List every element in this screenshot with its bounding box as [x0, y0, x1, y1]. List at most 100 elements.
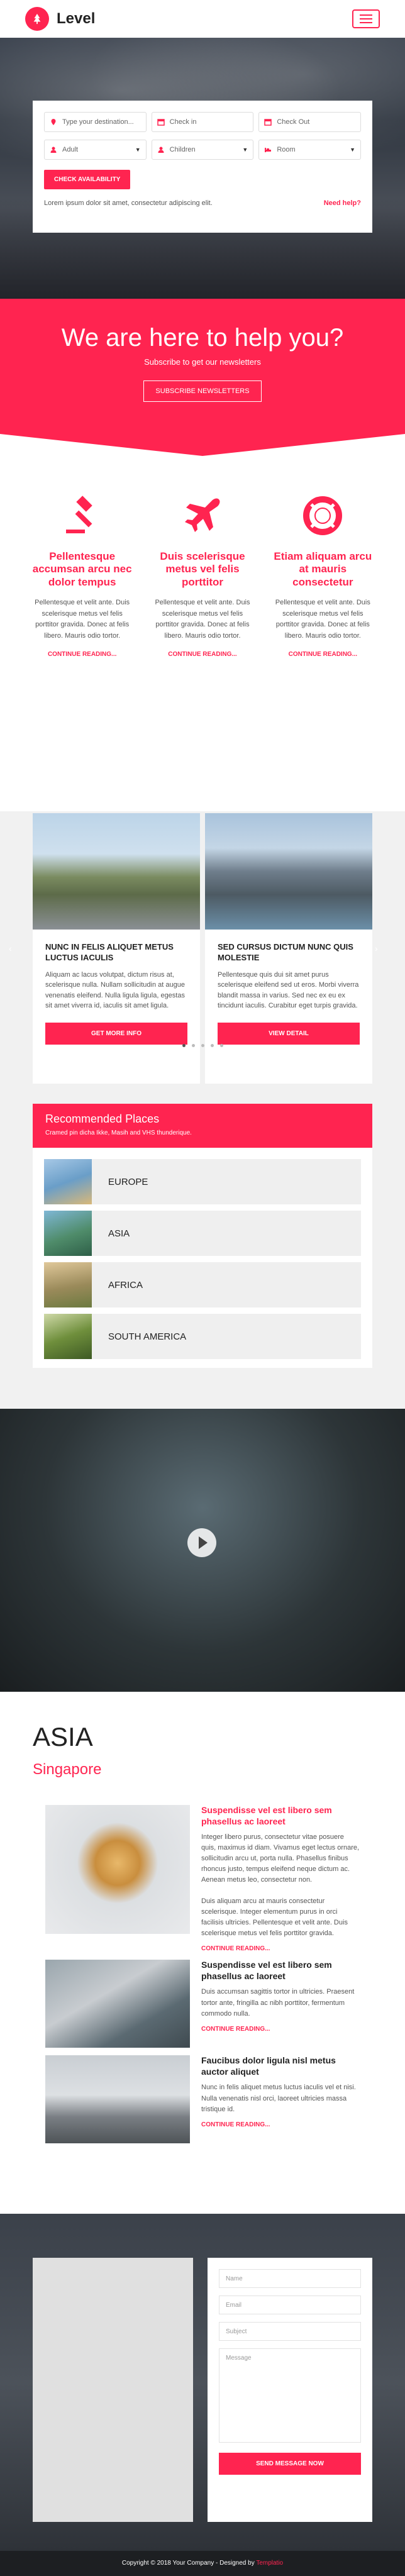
place-item[interactable]: ASIA	[44, 1211, 361, 1256]
name-field[interactable]: Name	[219, 2269, 361, 2288]
bed-icon	[265, 148, 272, 152]
feature-text: Pellentesque et velit ante. Duis sceleri…	[35, 599, 130, 640]
place-thumbnail	[44, 1262, 92, 1307]
post-title[interactable]: Suspendisse vel est libero sem phasellus…	[201, 1805, 360, 1827]
slider-dot[interactable]	[182, 1044, 186, 1047]
feature-item: Duis scelerisque metus vel felis porttit…	[152, 494, 253, 658]
airplane-icon	[184, 498, 220, 532]
map-placeholder[interactable]	[33, 2258, 193, 2522]
feature-title: Pellentesque accumsan arcu nec dolor tem…	[32, 550, 132, 588]
place-thumbnail	[44, 1314, 92, 1359]
hero: Level Type your destination... Check in …	[0, 0, 405, 299]
brand-name[interactable]: Level	[57, 10, 95, 28]
continue-reading-link[interactable]: CONTINUE READING...	[152, 651, 253, 658]
place-thumbnail	[44, 1159, 92, 1204]
continue-reading-link[interactable]: CONTINUE READING...	[201, 2026, 360, 2033]
play-icon[interactable]	[187, 1528, 216, 1557]
newsletter-section: We are here to help you? Subscribe to ge…	[0, 299, 405, 456]
message-field[interactable]: Message	[219, 2348, 361, 2443]
slide-image	[33, 813, 200, 930]
destination-field[interactable]: Type your destination...	[44, 112, 147, 132]
gavel-icon	[65, 496, 92, 533]
video-section	[0, 1409, 405, 1692]
logo-icon[interactable]	[25, 7, 49, 31]
check-availability-button[interactable]: CHECK AVAILABILITY	[44, 170, 131, 189]
place-item[interactable]: EUROPE	[44, 1159, 361, 1204]
place-label: ASIA	[108, 1228, 130, 1239]
chevron-divider	[0, 425, 405, 456]
checkout-field[interactable]: Check Out	[258, 112, 362, 132]
slider-prev-icon[interactable]: ‹	[9, 943, 12, 953]
footer-credit-link[interactable]: Templatio	[256, 2560, 283, 2567]
place-item[interactable]: SOUTH AMERICA	[44, 1314, 361, 1359]
search-card: Type your destination... Check in Check …	[33, 101, 372, 233]
destination-placeholder: Type your destination...	[62, 118, 134, 126]
chevron-down-icon: ▼	[350, 147, 356, 153]
footer: Copyright © 2018 Your Company - Designed…	[0, 2551, 405, 2576]
slide-text: Pellentesque quis dui sit amet purus sce…	[218, 970, 359, 1010]
place-item[interactable]: AFRICA	[44, 1262, 361, 1307]
post-text: Duis accumsan sagittis tortor in ultrici…	[201, 1988, 355, 2018]
slide-text: Aliquam ac lacus volutpat, dictum risus …	[45, 970, 185, 1010]
post-title[interactable]: Suspendisse vel est libero sem phasellus…	[201, 1960, 360, 1982]
chevron-down-icon: ▼	[242, 147, 248, 153]
send-message-button[interactable]: SEND MESSAGE NOW	[219, 2453, 361, 2475]
subscribe-button[interactable]: SUBSCRIBE NEWSLETTERS	[143, 380, 262, 402]
checkout-placeholder: Check Out	[277, 118, 310, 126]
slide-title: SED CURSUS DICTUM NUNC QUIS MOLESTIE	[218, 942, 353, 962]
slider-dot[interactable]	[201, 1044, 204, 1047]
navbar: Level	[0, 0, 405, 38]
continue-reading-link[interactable]: CONTINUE READING...	[31, 651, 133, 658]
children-label: Children	[169, 146, 196, 153]
email-field[interactable]: Email	[219, 2296, 361, 2314]
room-select[interactable]: Room ▼	[258, 140, 362, 160]
feature-title: Duis scelerisque metus vel felis porttit…	[160, 550, 245, 588]
continue-reading-link[interactable]: CONTINUE READING...	[201, 2121, 360, 2128]
slider-next-icon[interactable]: ›	[375, 943, 378, 953]
adult-label: Adult	[62, 146, 79, 153]
feature-item: Etiam aliquam arcu at mauris consectetur…	[272, 494, 374, 658]
menu-icon[interactable]	[352, 9, 380, 28]
place-label: EUROPE	[108, 1176, 148, 1187]
place-thumbnail	[44, 1211, 92, 1256]
post-title[interactable]: Faucibus dolor ligula nisl metus auctor …	[201, 2055, 360, 2077]
feature-title: Etiam aliquam arcu at mauris consectetur	[274, 550, 372, 588]
features: Pellentesque accumsan arcu nec dolor tem…	[0, 425, 405, 658]
slider-dot[interactable]	[210, 1044, 214, 1047]
slider-dot[interactable]	[191, 1044, 195, 1047]
post-text: Nunc in felis aliquet metus luctus iacul…	[201, 2084, 356, 2113]
region-title: ASIA	[33, 1722, 93, 1752]
continue-reading-link[interactable]: CONTINUE READING...	[272, 651, 374, 658]
children-select[interactable]: Children ▼	[151, 140, 254, 160]
post-image	[45, 1805, 190, 1934]
slide-image	[205, 813, 372, 930]
place-label: AFRICA	[108, 1279, 143, 1291]
feature-text: Pellentesque et velit ante. Duis sceleri…	[275, 599, 370, 640]
post-image	[45, 2055, 190, 2144]
continue-reading-link[interactable]: CONTINUE READING...	[201, 1945, 360, 1952]
post-image	[45, 1960, 190, 2048]
help-link[interactable]: Need help?	[324, 199, 361, 207]
slide-title: NUNC IN FELIS ALIQUET METUS LUCTUS IACUL…	[45, 942, 174, 962]
checkin-field[interactable]: Check in	[151, 112, 254, 132]
user-icon	[158, 147, 164, 153]
adult-select[interactable]: Adult ▼	[44, 140, 147, 160]
recommended-places: Recommended Places Cramed pin dicha Ikke…	[33, 1104, 372, 1368]
checkin-placeholder: Check in	[169, 118, 197, 126]
slider-dot[interactable]	[219, 1044, 223, 1047]
map-marker-icon	[51, 119, 56, 125]
asia-section: ASIA Singapore Suspendisse vel est liber…	[0, 1692, 405, 2214]
footer-text: Copyright © 2018 Your Company - Designed…	[121, 2560, 255, 2567]
newsletter-heading: We are here to help you?	[61, 324, 344, 352]
subject-field[interactable]: Subject	[219, 2322, 361, 2341]
place-label: SOUTH AMERICA	[108, 1331, 187, 1342]
feature-item: Pellentesque accumsan arcu nec dolor tem…	[31, 494, 133, 658]
blog-post: Faucibus dolor ligula nisl metus auctor …	[45, 2055, 360, 2144]
lifebuoy-icon	[303, 496, 343, 535]
city-title: Singapore	[33, 1761, 102, 1778]
chevron-down-icon: ▼	[135, 147, 141, 153]
blog-post: Suspendisse vel est libero sem phasellus…	[45, 1805, 360, 1952]
recommended-title: Recommended Places	[45, 1113, 160, 1125]
room-label: Room	[277, 146, 296, 153]
calendar-icon	[157, 119, 165, 126]
